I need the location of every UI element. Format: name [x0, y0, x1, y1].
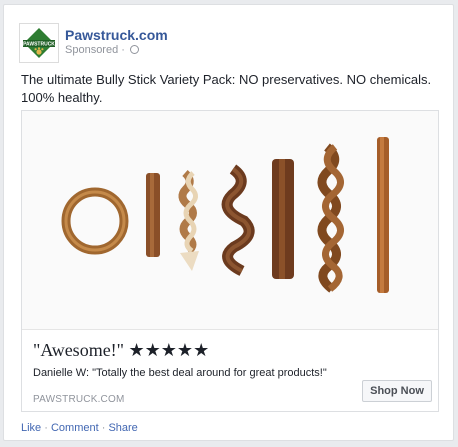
share-link[interactable]: Share	[108, 422, 137, 434]
like-link[interactable]: Like	[21, 422, 41, 434]
link-headline[interactable]: "Awesome!" ★★★★★	[33, 340, 209, 361]
link-domain: PAWSTRUCK.COM	[33, 394, 125, 405]
comment-link[interactable]: Comment	[51, 422, 99, 434]
bully-sticks-illustration	[61, 137, 389, 293]
action-separator: ·	[41, 422, 51, 434]
shop-now-button[interactable]: Shop Now	[362, 380, 432, 402]
post-actions: Like · Comment · Share	[21, 422, 138, 434]
logo-text: PAWSTRUCK	[23, 42, 55, 48]
sponsored-label[interactable]: Sponsored	[65, 44, 118, 56]
globe-icon	[130, 45, 140, 54]
meta-separator: ·	[121, 44, 125, 56]
sponsored-post-card: PAWSTRUCK Pawstruck.com Sponsored · The …	[3, 4, 454, 441]
post-text: The ultimate Bully Stick Variety Pack: N…	[21, 72, 432, 105]
action-separator: ·	[98, 422, 109, 434]
page-avatar[interactable]: PAWSTRUCK	[19, 23, 59, 63]
post-meta: Sponsored ·	[65, 44, 140, 56]
link-description: Danielle W: "Totally the best deal aroun…	[33, 367, 327, 379]
link-attachment[interactable]: "Awesome!" ★★★★★ Danielle W: "Totally th…	[21, 110, 439, 412]
product-image[interactable]	[22, 111, 438, 330]
page-name-link[interactable]: Pawstruck.com	[65, 27, 168, 43]
pawstruck-logo: PAWSTRUCK	[23, 28, 55, 58]
